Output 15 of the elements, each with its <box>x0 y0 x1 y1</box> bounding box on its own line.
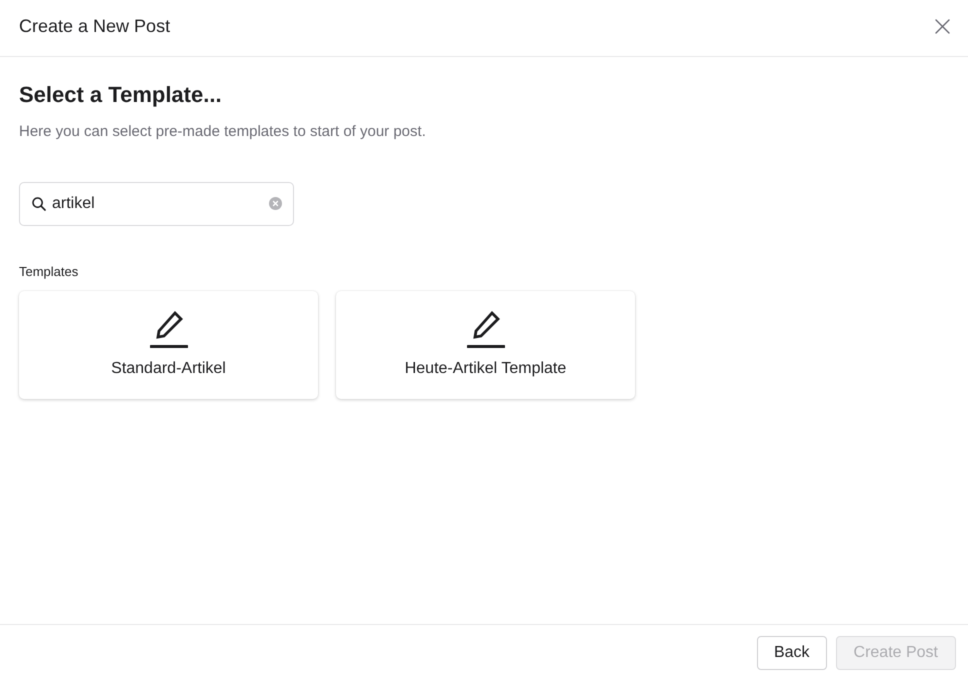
template-card[interactable]: Standard-Artikel <box>19 291 318 399</box>
description-text: Here you can select pre-made templates to start of your post. <box>19 122 426 142</box>
template-name: Standard-Artikel <box>111 359 226 379</box>
pencil-icon <box>150 310 188 348</box>
template-name: Heute-Artikel Template <box>404 359 566 379</box>
template-card[interactable]: Heute-Artikel Template <box>336 291 635 399</box>
pencil-icon <box>466 310 504 348</box>
search-icon <box>32 197 46 211</box>
dialog-title: Create a New Post <box>19 15 170 38</box>
close-button[interactable] <box>934 18 950 34</box>
templates-label: Templates <box>19 263 78 281</box>
search-field[interactable]: artikel <box>19 182 294 226</box>
back-button[interactable]: Back <box>756 636 827 670</box>
section-heading: Select a Template... <box>19 83 222 107</box>
close-icon <box>934 19 950 34</box>
